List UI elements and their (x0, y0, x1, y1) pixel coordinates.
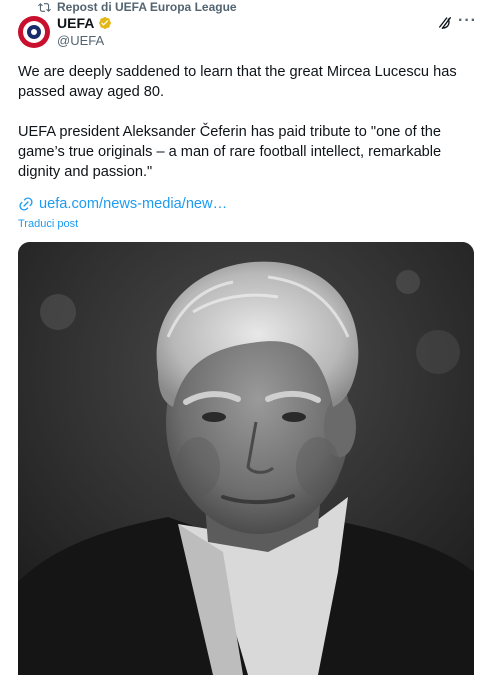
repost-label: Repost di UEFA Europa League (57, 0, 237, 14)
author-name[interactable]: UEFA (57, 15, 94, 31)
more-options-button[interactable]: ··· (458, 13, 477, 29)
avatar[interactable] (18, 16, 50, 48)
tweet-link[interactable]: uefa.com/news-media/new… (18, 196, 227, 212)
tweet-photo[interactable] (18, 242, 474, 675)
repost-icon (38, 2, 51, 12)
author-handle[interactable]: @UEFA (57, 33, 104, 48)
tweet-paragraph-1: We are deeply saddened to learn that the… (18, 64, 457, 100)
portrait-photo (18, 242, 474, 675)
tweet-text: We are deeply saddened to learn that the… (18, 62, 476, 202)
repost-indicator[interactable]: Repost di UEFA Europa League (38, 0, 237, 14)
translate-post-link[interactable]: Traduci post (18, 218, 78, 230)
author-name-row[interactable]: UEFA (57, 15, 112, 31)
uefa-logo-icon (23, 21, 45, 43)
grok-icon[interactable] (437, 15, 453, 31)
verified-badge-icon (99, 17, 112, 29)
tweet-paragraph-2: UEFA president Aleksander Čeferin has pa… (18, 124, 442, 180)
link-icon (19, 197, 33, 211)
link-text[interactable]: uefa.com/news-media/new… (39, 196, 227, 212)
